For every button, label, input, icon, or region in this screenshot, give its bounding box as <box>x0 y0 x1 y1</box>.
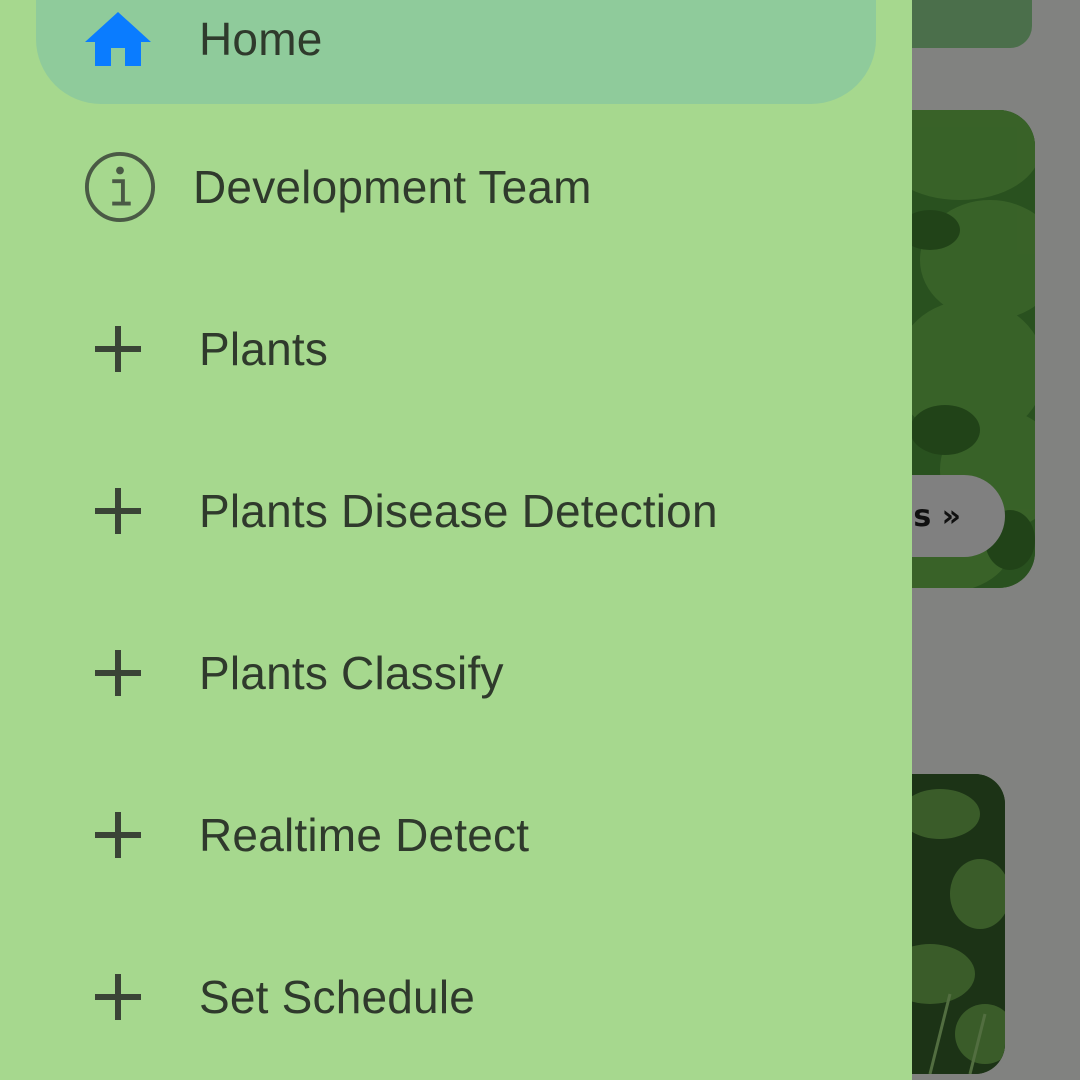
nav-item-development-team[interactable]: Development Team <box>36 122 876 252</box>
nav-label-realtime-detect: Realtime Detect <box>199 809 530 861</box>
nav-label-development-team: Development Team <box>193 161 592 213</box>
nav-label-home: Home <box>199 13 323 65</box>
nav-item-plants-disease-detection[interactable]: Plants Disease Detection <box>36 446 876 576</box>
nav-item-home[interactable]: Home <box>36 0 876 104</box>
plus-icon <box>82 637 154 709</box>
nav-label-plants: Plants <box>199 323 329 375</box>
nav-item-plants-classify[interactable]: Plants Classify <box>36 608 876 738</box>
info-icon <box>84 151 156 223</box>
plus-icon <box>82 799 154 871</box>
nav-item-plants[interactable]: Plants <box>36 284 876 414</box>
nav-label-plants-classify: Plants Classify <box>199 647 504 699</box>
nav-item-set-schedule[interactable]: Set Schedule <box>36 932 876 1062</box>
plus-icon <box>82 475 154 547</box>
home-icon <box>82 3 154 75</box>
nav-label-plants-disease-detection: Plants Disease Detection <box>199 485 718 537</box>
plus-icon <box>82 313 154 385</box>
nav-item-realtime-detect[interactable]: Realtime Detect <box>36 770 876 900</box>
plus-icon <box>82 961 154 1033</box>
navigation-drawer: Home Development Team Plants Plants Dise… <box>0 0 912 1080</box>
nav-label-set-schedule: Set Schedule <box>199 971 476 1023</box>
